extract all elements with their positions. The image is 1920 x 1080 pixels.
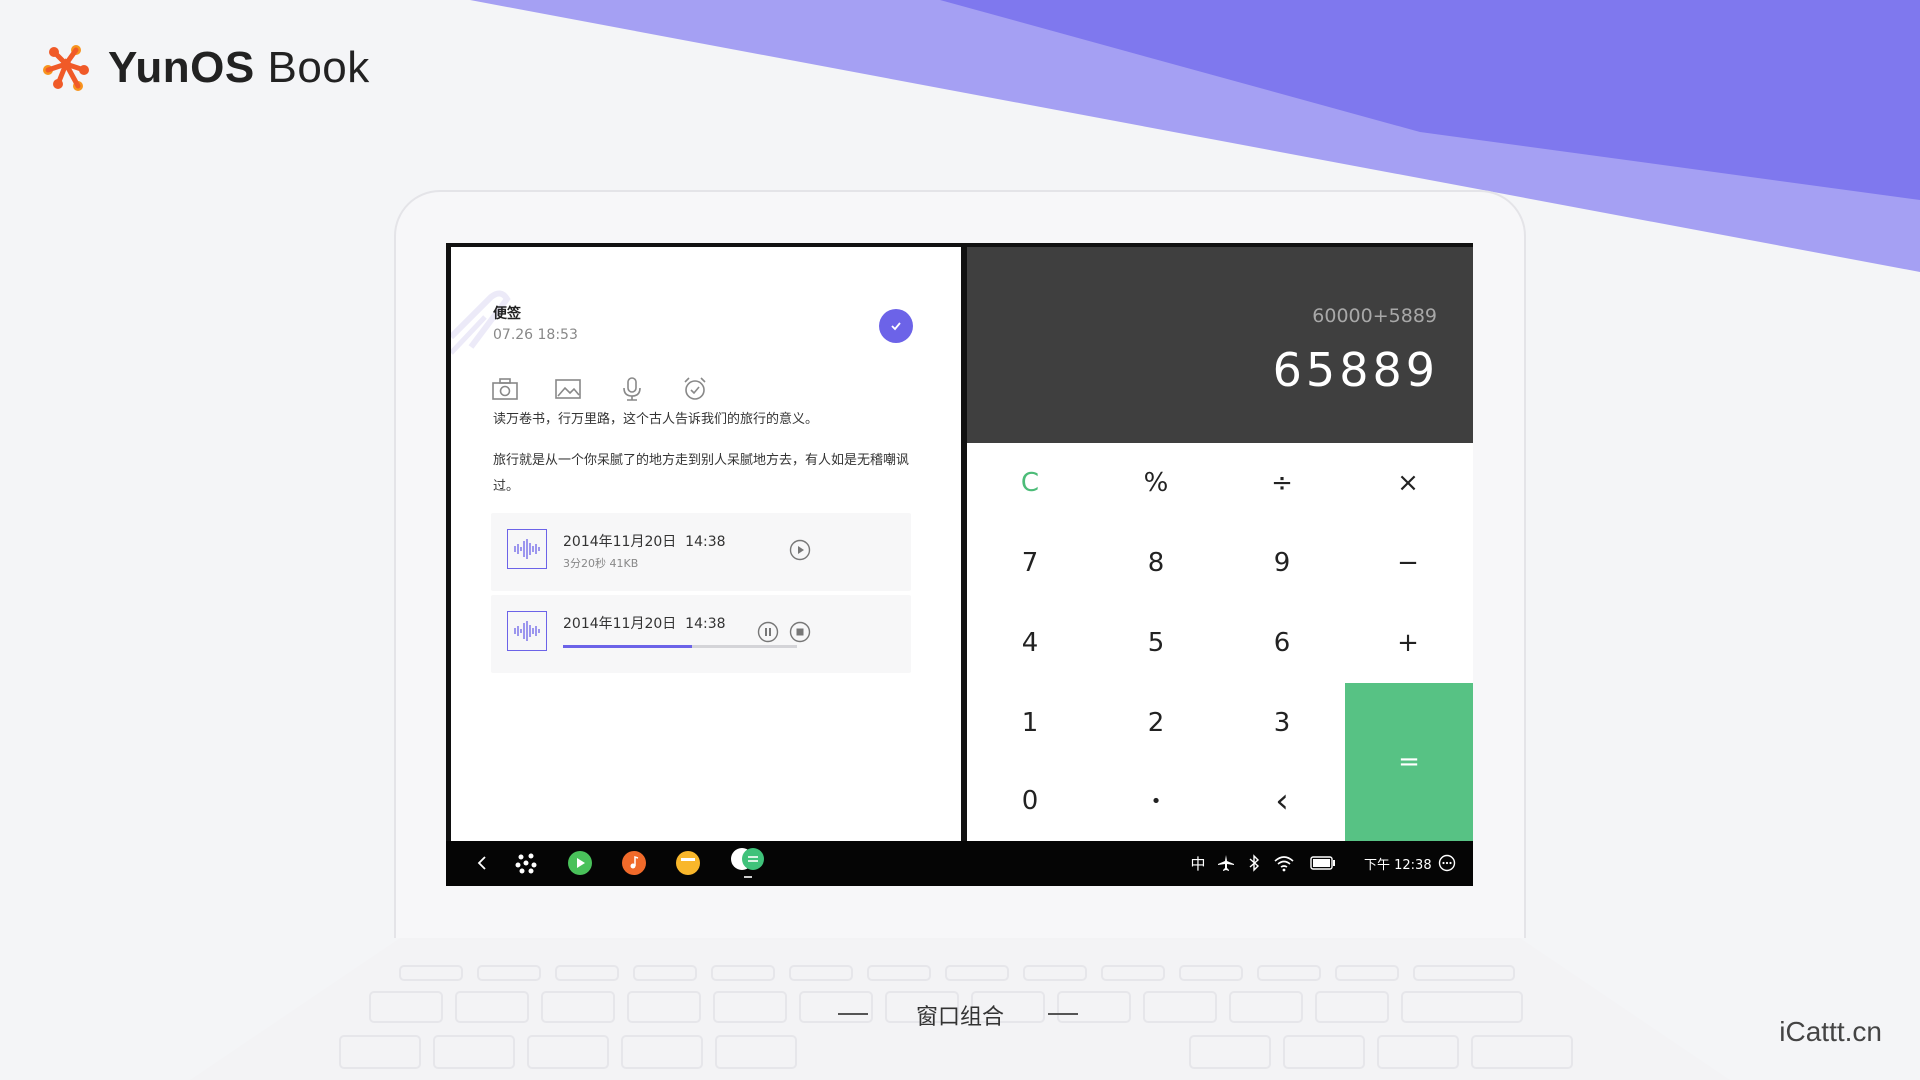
digit-1-key[interactable]: 1	[967, 683, 1093, 763]
notes-app-window: 便签 07.26 18:53 读万卷书，行万里路，这个古人告诉我们的旅行的意义。…	[451, 247, 961, 841]
image-icon	[555, 379, 581, 399]
window-combination-icon	[731, 848, 764, 878]
play-app-icon	[568, 851, 592, 875]
digit-7-key[interactable]: 7	[967, 523, 1093, 603]
more-circle-icon	[1438, 854, 1456, 872]
battery-status[interactable]	[1308, 849, 1338, 877]
digit-6-key[interactable]: 6	[1219, 603, 1345, 683]
recording-date: 2014年11月20日	[563, 616, 677, 632]
note-date: 07.26 18:53	[493, 327, 578, 343]
microphone-icon	[623, 377, 641, 401]
voice-recording-card[interactable]: 2014年11月20日 14:38 3分20秒 41KB	[491, 513, 911, 591]
app-video-player[interactable]	[566, 849, 594, 877]
recording-date: 2014年11月20日	[563, 534, 677, 550]
playback-progress-fill	[563, 645, 692, 648]
home-button[interactable]	[512, 849, 540, 877]
save-note-button[interactable]	[879, 309, 913, 343]
calculator-result: 65889	[1272, 343, 1439, 397]
digit-5-key[interactable]: 5	[1093, 603, 1219, 683]
minus-key[interactable]: −	[1345, 523, 1471, 603]
percent-key[interactable]: %	[1093, 443, 1219, 523]
brand-logo: YunOS Book	[40, 40, 370, 96]
camera-button[interactable]	[489, 373, 521, 405]
calculator-expression: 60000+5889	[1312, 305, 1437, 327]
digit-2-key[interactable]: 2	[1093, 683, 1219, 763]
check-icon	[891, 322, 901, 331]
yunos-logo-icon	[43, 45, 89, 91]
wifi-status[interactable]	[1272, 849, 1296, 877]
play-button-icon[interactable]	[789, 539, 811, 561]
yunos-home-icon	[515, 853, 537, 874]
decimal-point-key[interactable]: •	[1093, 761, 1219, 841]
watermark: iCattt.cn	[1779, 1016, 1882, 1047]
voice-record-button[interactable]	[616, 373, 648, 405]
recording-meta: 3分20秒 41KB	[563, 557, 639, 570]
divide-key[interactable]: ÷	[1219, 443, 1345, 523]
brand-name-bold: YunOS	[108, 43, 255, 92]
audio-waveform-icon	[507, 529, 547, 569]
alarm-clock-icon	[684, 377, 706, 400]
back-button[interactable]	[472, 849, 492, 877]
note-paragraph[interactable]: 旅行就是从一个你呆腻了的地方走到别人呆腻地方去，有人如是无稽嘲讽过。	[493, 448, 923, 500]
wifi-icon	[1274, 856, 1294, 872]
calculator-keypad: C % ÷ × 7 8 9 − 4 5 6 + 1 2 3 = 0 • ‹	[967, 443, 1473, 841]
voice-recording-card[interactable]: 2014年11月20日 14:38	[491, 595, 911, 673]
pause-button-icon[interactable]	[757, 621, 779, 643]
recording-datetime: 2014年11月20日 14:38	[563, 613, 726, 633]
bluetooth-toggle[interactable]	[1246, 849, 1262, 877]
music-app-icon	[622, 851, 646, 875]
image-button[interactable]	[552, 373, 584, 405]
brand-name: YunOS Book	[108, 43, 370, 93]
clock[interactable]: 下午 12:38	[1364, 854, 1432, 873]
reminder-button[interactable]	[679, 373, 711, 405]
laptop-screen: 便签 07.26 18:53 读万卷书，行万里路，这个古人告诉我们的旅行的意义。…	[446, 243, 1473, 886]
stop-button-icon[interactable]	[789, 621, 811, 643]
taskbar: 中 下午 12:38	[446, 841, 1473, 886]
app-window-group[interactable]	[728, 848, 768, 878]
recording-time: 14:38	[685, 534, 726, 550]
note-paragraph[interactable]: 读万卷书，行万里路，这个古人告诉我们的旅行的意义。	[493, 407, 923, 433]
recording-time: 14:38	[685, 616, 726, 632]
digit-9-key[interactable]: 9	[1219, 523, 1345, 603]
calculator-display: 60000+5889 65889	[967, 247, 1473, 443]
digit-3-key[interactable]: 3	[1219, 683, 1345, 763]
caption-divider-right	[1048, 1013, 1078, 1015]
camera-icon	[492, 378, 518, 400]
app-music[interactable]	[620, 849, 648, 877]
backspace-key[interactable]: ‹	[1219, 761, 1345, 841]
notification-center-button[interactable]	[1436, 849, 1458, 877]
clear-key[interactable]: C	[967, 443, 1093, 523]
audio-waveform-icon	[507, 611, 547, 651]
airplane-icon	[1218, 855, 1234, 871]
bluetooth-icon	[1249, 854, 1260, 872]
note-title: 便签	[493, 306, 521, 322]
input-method-indicator[interactable]: 中	[1188, 849, 1208, 877]
app-notes[interactable]	[674, 849, 702, 877]
calculator-app-window: 60000+5889 65889 C % ÷ × 7 8 9 − 4 5 6 +…	[961, 243, 1473, 841]
playback-progress-bar[interactable]	[563, 645, 797, 648]
multiply-key[interactable]: ×	[1345, 443, 1471, 523]
brand-name-light: Book	[254, 43, 370, 92]
plus-key[interactable]: +	[1345, 603, 1471, 683]
slide-caption: 窗口组合	[915, 1005, 1004, 1030]
digit-0-key[interactable]: 0	[967, 761, 1093, 841]
chevron-left-icon	[477, 856, 486, 870]
notes-app-icon	[676, 851, 700, 875]
digit-4-key[interactable]: 4	[967, 603, 1093, 683]
battery-icon	[1310, 856, 1335, 870]
airplane-mode-toggle[interactable]	[1216, 849, 1236, 877]
digit-8-key[interactable]: 8	[1093, 523, 1219, 603]
equals-key[interactable]: =	[1345, 683, 1473, 841]
recording-datetime: 2014年11月20日 14:38	[563, 531, 726, 551]
